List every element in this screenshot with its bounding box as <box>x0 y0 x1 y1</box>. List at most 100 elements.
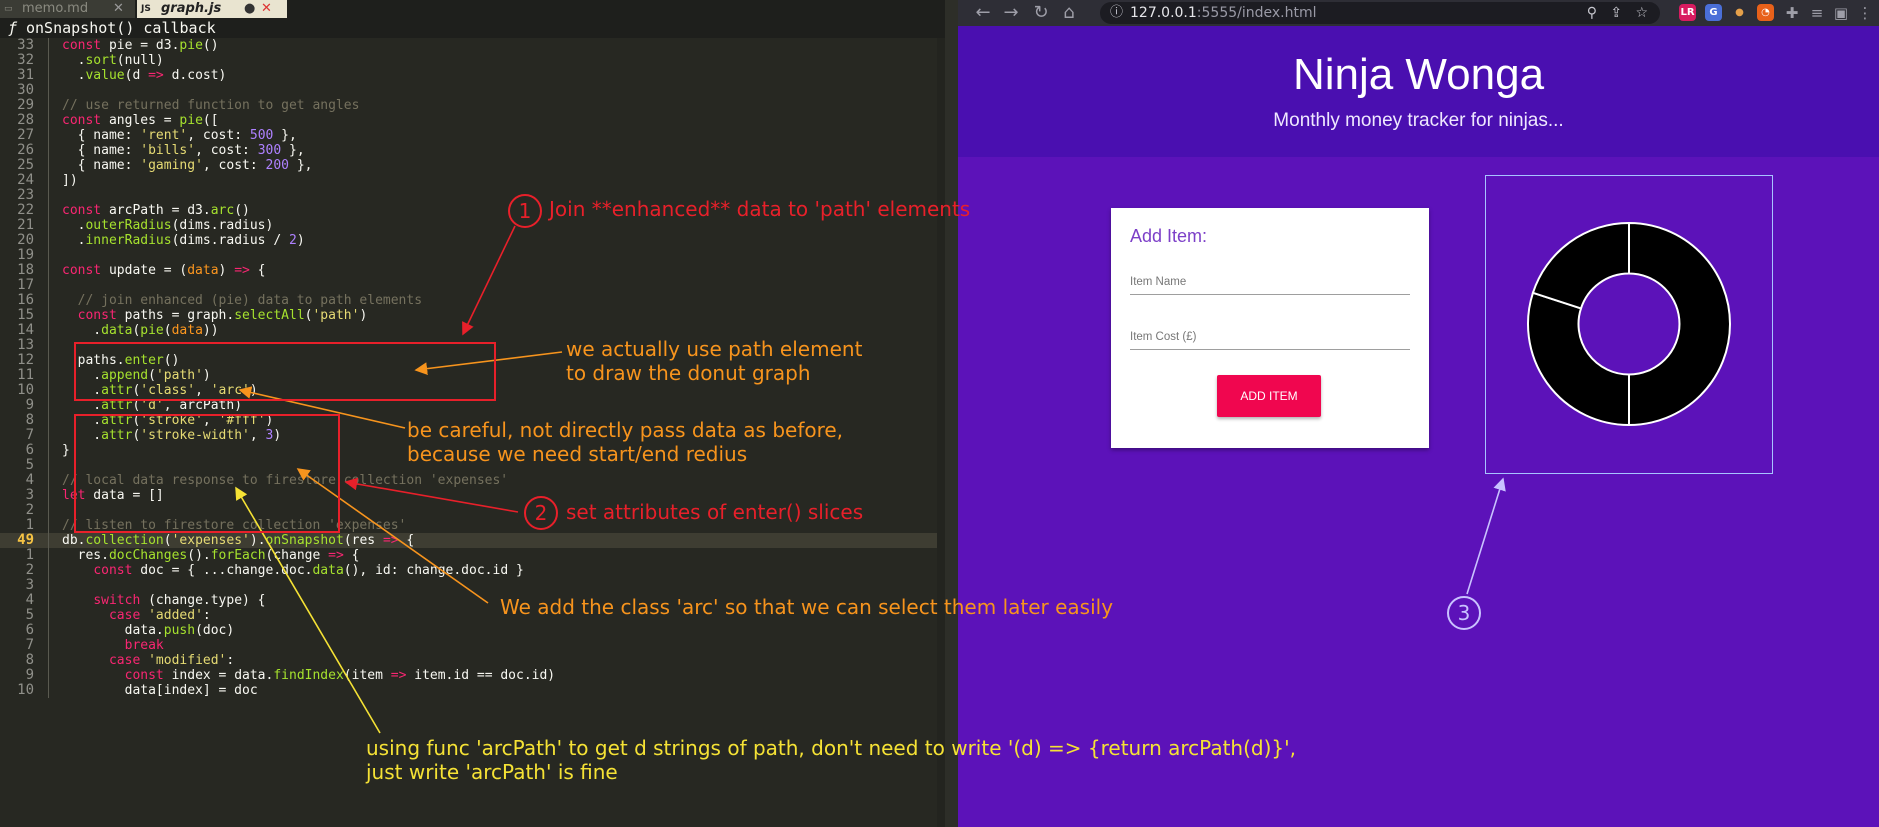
code-line[interactable]: 3 let data = [] <box>0 488 945 503</box>
extension-translate-icon[interactable]: G <box>1705 4 1722 21</box>
close-icon[interactable]: ✕ <box>113 0 124 18</box>
code-line[interactable]: 8 case 'modified': <box>0 653 945 668</box>
breadcrumb[interactable]: ƒ onSnapshot() callback <box>0 18 945 38</box>
site-info-icon[interactable]: ⓘ <box>1110 2 1123 24</box>
code-line[interactable]: 6 data.push(doc) <box>0 623 945 638</box>
split-divider[interactable] <box>945 0 958 827</box>
code-line[interactable]: 7 .attr('stroke-width', 3) <box>0 428 945 443</box>
code-line[interactable]: 18 const update = (data) => { <box>0 263 945 278</box>
code-line[interactable]: 16 // join enhanced (pie) data to path e… <box>0 293 945 308</box>
code-line[interactable]: 11 .append('path') <box>0 368 945 383</box>
forward-arrow-icon[interactable]: → <box>1000 0 1022 26</box>
extension-lr-icon[interactable]: LR <box>1679 4 1696 21</box>
code-line[interactable]: 49 db.collection('expenses').onSnapshot(r… <box>0 533 945 548</box>
code-line[interactable]: 1 // listen to firestore collection 'expe… <box>0 518 945 533</box>
code-text: paths.enter() <box>62 353 180 368</box>
donut-slice-gaming <box>1531 221 1630 310</box>
code-line[interactable]: 1 res.docChanges().forEach(change => { <box>0 548 945 563</box>
app-subtitle: Monthly money tracker for ninjas... <box>1273 110 1564 131</box>
line-number: 28 <box>17 112 34 128</box>
code-line[interactable]: 20 .innerRadius(dims.radius / 2) <box>0 233 945 248</box>
code-line[interactable]: 8 .attr('stroke', '#fff') <box>0 413 945 428</box>
app-header: Ninja Wonga Monthly money tracker for ni… <box>958 26 1879 157</box>
donut-chart <box>1527 221 1731 427</box>
code-text: .data(pie(data)) <box>62 323 219 338</box>
code-line[interactable]: 7 break <box>0 638 945 653</box>
code-line[interactable]: 4 // local data response to firestore col… <box>0 473 945 488</box>
code-line[interactable]: 21 .outerRadius(dims.radius) <box>0 218 945 233</box>
extension-cookie-icon[interactable]: ● <box>1731 4 1748 21</box>
code-line[interactable]: 10 data[index] = doc <box>0 683 945 698</box>
line-number: 4 <box>25 472 34 488</box>
code-line[interactable]: 31 .value(d => d.cost) <box>0 68 945 83</box>
tab-graph-js[interactable]: JS graph.js ● ✕ <box>137 0 287 18</box>
code-line[interactable]: 14 .data(pie(data)) <box>0 323 945 338</box>
toolbar-actions: ⚲ ⇪ ☆ <box>1587 2 1648 24</box>
reading-list-icon[interactable]: ≡ <box>1806 0 1828 26</box>
code-line[interactable]: 2 const doc = { ...change.doc.data(), id… <box>0 563 945 578</box>
code-line[interactable]: 32 .sort(null) <box>0 53 945 68</box>
zoom-icon[interactable]: ⚲ <box>1587 5 1597 21</box>
code-text: { name: 'bills', cost: 300 }, <box>62 143 305 158</box>
line-number: 11 <box>17 367 34 383</box>
line-number: 14 <box>17 322 34 338</box>
line-number: 8 <box>25 412 34 428</box>
bookmark-star-icon[interactable]: ☆ <box>1635 5 1648 21</box>
code-text: db.collection('expenses').onSnapshot(res… <box>62 533 415 548</box>
browser-toolbar: ← → ↻ ⌂ ⓘ 127.0.0.1:5555/index.html ⚲ ⇪ … <box>958 0 1879 26</box>
tab-memo-md[interactable]: ▭ memo.md ✕ <box>0 0 135 18</box>
code-line[interactable]: 24]) <box>0 173 945 188</box>
home-icon[interactable]: ⌂ <box>1058 0 1080 26</box>
code-text: .attr('stroke-width', 3) <box>62 428 282 443</box>
code-text: const arcPath = d3.arc() <box>62 203 250 218</box>
code-line[interactable]: 9 const index = data.findIndex(item => i… <box>0 668 945 683</box>
code-line[interactable]: 2 <box>0 503 945 518</box>
code-line[interactable]: 5 <box>0 458 945 473</box>
code-line[interactable]: 23 <box>0 188 945 203</box>
code-line[interactable]: 3 <box>0 578 945 593</box>
code-line[interactable]: 28 const angles = pie([ <box>0 113 945 128</box>
add-item-button[interactable]: ADD ITEM <box>1217 375 1321 417</box>
line-number: 1 <box>25 547 34 563</box>
item-name-input[interactable]: Item Name <box>1130 270 1410 295</box>
line-number: 20 <box>17 232 34 248</box>
code-editor[interactable]: ▭ memo.md ✕ JS graph.js ● ✕ ƒ onSnapshot… <box>0 0 945 827</box>
close-icon[interactable]: ✕ <box>261 0 272 18</box>
reload-icon[interactable]: ↻ <box>1030 0 1052 26</box>
code-line[interactable]: 5 case 'added': <box>0 608 945 623</box>
address-bar[interactable]: ⓘ 127.0.0.1:5555/index.html ⚲ ⇪ ☆ <box>1100 2 1660 24</box>
code-line[interactable]: 27 { name: 'rent', cost: 500 }, <box>0 128 945 143</box>
code-line[interactable]: 9 .attr('d', arcPath) <box>0 398 945 413</box>
extensions-puzzle-icon[interactable]: ✚ <box>1781 0 1803 26</box>
share-icon[interactable]: ⇪ <box>1610 5 1622 21</box>
code-line[interactable]: 12 paths.enter() <box>0 353 945 368</box>
code-text: .attr('class', 'arc') <box>62 383 258 398</box>
code-line[interactable]: 26 { name: 'bills', cost: 300 }, <box>0 143 945 158</box>
code-line[interactable]: 29 // use returned function to get angles <box>0 98 945 113</box>
code-line[interactable]: 15 const paths = graph.selectAll('path') <box>0 308 945 323</box>
code-line[interactable]: 13 <box>0 338 945 353</box>
line-number: 2 <box>25 502 34 518</box>
line-number: 2 <box>25 562 34 578</box>
modified-indicator-icon: ● <box>244 1 256 16</box>
code-line[interactable]: 4 switch (change.type) { <box>0 593 945 608</box>
code-text: case 'modified': <box>108 653 235 668</box>
back-arrow-icon[interactable]: ← <box>972 0 994 26</box>
line-number: 6 <box>25 442 34 458</box>
code-text: break <box>124 638 164 653</box>
item-cost-input[interactable]: Item Cost (£) <box>1130 325 1410 350</box>
code-line[interactable]: 17 <box>0 278 945 293</box>
extension-speedometer-icon[interactable]: ◔ <box>1757 4 1774 21</box>
side-panel-icon[interactable]: ▣ <box>1830 0 1852 26</box>
menu-kebab-icon[interactable]: ⋮ <box>1854 0 1876 26</box>
code-line[interactable]: 33 const pie = d3.pie() <box>0 38 945 53</box>
markdown-icon: ▭ <box>4 4 13 14</box>
editor-scrollbar[interactable] <box>937 38 945 827</box>
code-line[interactable]: 22 const arcPath = d3.arc() <box>0 203 945 218</box>
editor-tab-bar: ▭ memo.md ✕ JS graph.js ● ✕ <box>0 0 945 18</box>
code-line[interactable]: 30 <box>0 83 945 98</box>
code-line[interactable]: 25 { name: 'gaming', cost: 200 }, <box>0 158 945 173</box>
code-line[interactable]: 19 <box>0 248 945 263</box>
code-line[interactable]: 10 .attr('class', 'arc') <box>0 383 945 398</box>
code-line[interactable]: 6} <box>0 443 945 458</box>
